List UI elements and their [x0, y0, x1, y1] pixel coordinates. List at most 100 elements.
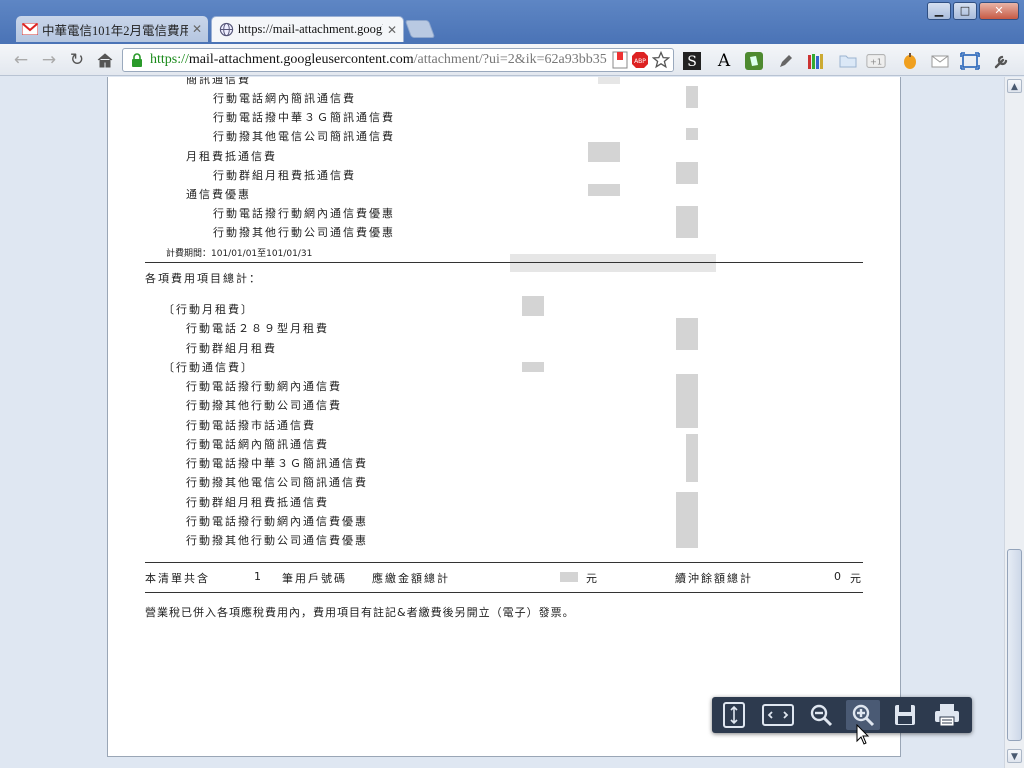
totals-prefix: 本清單共含 [145, 572, 210, 585]
gmail-notifier-icon[interactable] [930, 51, 950, 71]
tab-attachment[interactable]: https://mail-attachment.googleu ✕ [211, 16, 404, 42]
totals-count-label: 筆用戶號碼 [282, 572, 347, 585]
redacted-amount [522, 362, 544, 372]
totals-unit: 元 [850, 572, 863, 585]
zoom-out-button[interactable] [804, 700, 838, 730]
fit-width-icon [762, 704, 794, 726]
forward-arrow-icon: → [41, 50, 57, 70]
tab-title: https://mail-attachment.googleu [238, 22, 383, 36]
close-window-button[interactable]: ✕ [979, 2, 1019, 20]
lock-icon [128, 51, 146, 69]
back-arrow-icon: ← [13, 50, 29, 70]
home-icon [97, 53, 113, 68]
totals-offset-label: 續沖餘額總計 [675, 572, 753, 585]
tab-gmail[interactable]: 中華電信101年2月電信費用 ✕ [16, 16, 208, 42]
address-bar[interactable]: https://mail-attachment.googleuserconten… [122, 48, 674, 72]
forward-button[interactable]: → [38, 49, 60, 71]
item-sms-fee: 簡訊通信費 [186, 77, 251, 86]
save-icon [895, 705, 915, 725]
redacted-amount [686, 86, 698, 108]
vertical-scrollbar[interactable]: ▲ ▼ [1004, 77, 1024, 768]
item-line: 行動電話網內簡訊通信費 [213, 92, 356, 105]
scroll-up-icon[interactable]: ▲ [1007, 79, 1022, 93]
item-line: 月租費抵通信費 [186, 150, 277, 163]
summary-title: 各項費用項目總計： [145, 272, 262, 285]
url-path: /attachment/?ui=2&ik=62a93bb35 [413, 52, 607, 67]
item-line: 行動電話撥行動網內通信費 [186, 380, 342, 393]
adblock-icon[interactable]: ABP [631, 51, 649, 69]
fullscreen-icon[interactable] [960, 51, 980, 71]
item-line: 行動撥其他行動公司通信費優惠 [213, 226, 395, 239]
save-button[interactable] [888, 700, 922, 730]
item-line: 行動電話２８９型月租費 [186, 322, 329, 335]
redacted-amount [686, 434, 698, 482]
url-host: mail-attachment.googleusercontent.com [188, 52, 414, 67]
home-button[interactable] [94, 49, 116, 71]
item-line: 通信費優惠 [186, 188, 251, 201]
item-line: 行動群組月租費 [186, 342, 277, 355]
browser-titlebar: 中華電信101年2月電信費用 ✕ https://mail-attachment… [0, 0, 1024, 44]
plus-one-icon[interactable]: +1 [866, 51, 886, 71]
gmail-icon [22, 21, 38, 37]
fit-page-button[interactable] [717, 700, 751, 730]
item-line: 行動撥其他行動公司通信費優惠 [186, 534, 368, 547]
scrollbar-thumb[interactable] [1007, 549, 1022, 741]
back-button[interactable]: ← [10, 49, 32, 71]
item-line: 行動群組月租費抵通信費 [213, 169, 356, 182]
document-viewport[interactable]: 簡訊通信費 行動電話網內簡訊通信費 行動電話撥中華３Ｇ簡訊通信費 行動撥其他電信… [0, 77, 1004, 768]
globe-icon [218, 22, 234, 38]
omnibox-icons: ABP [609, 51, 673, 71]
svg-text:S: S [687, 54, 697, 70]
fit-width-button[interactable] [759, 700, 797, 730]
document-page: 簡訊通信費 行動電話網內簡訊通信費 行動電話撥中華３Ｇ簡訊通信費 行動撥其他電信… [107, 77, 901, 757]
item-line: 行動電話撥中華３Ｇ簡訊通信費 [213, 111, 395, 124]
redacted-amount [676, 492, 698, 548]
new-tab-button[interactable] [404, 20, 436, 38]
divider [145, 262, 863, 263]
divider [145, 562, 863, 563]
star-icon[interactable] [652, 51, 670, 69]
reload-button[interactable]: ↻ [66, 49, 88, 71]
font-a-icon[interactable]: A [714, 51, 734, 71]
pencil-tool-icon[interactable] [776, 51, 796, 71]
redacted-block [510, 254, 716, 272]
redacted-amount [676, 206, 698, 238]
fruit-extension-icon[interactable] [900, 51, 920, 71]
redacted-amount [588, 184, 620, 196]
wrench-menu-icon[interactable] [992, 51, 1012, 71]
url-scheme: https:// [150, 52, 189, 67]
item-line: 行動電話撥中華３Ｇ簡訊通信費 [186, 457, 368, 470]
totals-due-label: 應繳金額總計 [372, 572, 450, 585]
reload-icon: ↻ [69, 50, 85, 70]
redacted-amount [676, 318, 698, 350]
print-button[interactable] [930, 700, 964, 730]
redacted-amount [676, 162, 698, 184]
tab-close-icon[interactable]: ✕ [192, 22, 202, 36]
totals-offset-value: 0 [834, 570, 843, 583]
footnote: 營業稅已併入各項應稅費用內，費用項目有註記&者繳費後另開立（電子）發票。 [145, 606, 575, 619]
minimize-button[interactable]: ▁ [927, 2, 951, 20]
svg-text:ABP: ABP [634, 58, 646, 65]
tab-title: 中華電信101年2月電信費用 [42, 23, 188, 38]
maximize-button[interactable]: □ [953, 2, 977, 20]
scroll-down-icon[interactable]: ▼ [1007, 749, 1022, 763]
item-line: 行動電話撥市話通信費 [186, 419, 316, 432]
tab-close-icon[interactable]: ✕ [387, 23, 397, 37]
fit-page-icon [723, 702, 745, 728]
library-books-icon[interactable] [806, 51, 826, 71]
redacted-amount [522, 296, 544, 316]
item-line: 行動撥其他電信公司簡訊通信費 [213, 130, 395, 143]
bookmark-page-icon[interactable] [612, 51, 628, 69]
evernote-icon[interactable] [744, 51, 764, 71]
redacted-amount [686, 128, 698, 140]
item-line: 行動電話撥行動網內通信費優惠 [213, 207, 395, 220]
item-line: 行動群組月租費抵通信費 [186, 496, 329, 509]
mouse-cursor-icon [856, 724, 870, 745]
zoom-out-icon [810, 704, 833, 727]
item-line: 行動撥其他電信公司簡訊通信費 [186, 476, 368, 489]
extension-s-icon[interactable]: S [682, 51, 702, 71]
print-icon [935, 704, 959, 727]
billing-period: 計費期間：101/01/01至101/01/31 [166, 249, 313, 259]
redacted-amount [598, 77, 620, 84]
folder-icon[interactable] [838, 51, 858, 71]
